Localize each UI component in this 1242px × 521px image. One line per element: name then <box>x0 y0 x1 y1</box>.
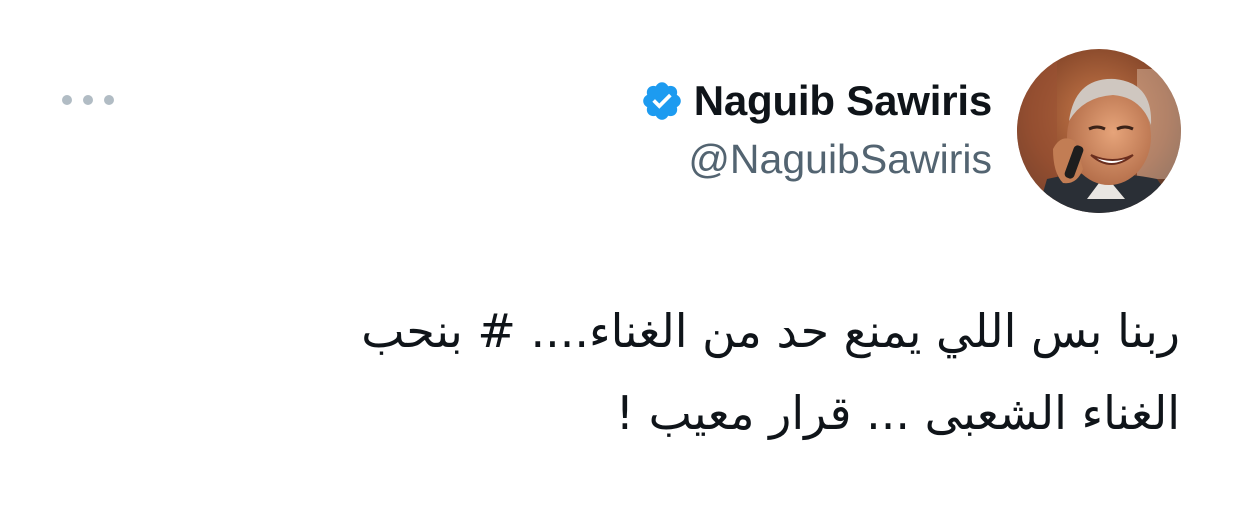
more-dot <box>104 95 114 105</box>
tweet-text: ربنا بس اللي يمنع حد من الغناء.... # بنح… <box>100 290 1180 454</box>
author-name-row[interactable]: Naguib Sawiris <box>640 74 992 128</box>
more-dot <box>62 95 72 105</box>
author-display-name[interactable]: Naguib Sawiris <box>694 77 992 125</box>
tweet-text-line: ربنا بس اللي يمنع حد من الغناء.... # بنح… <box>361 304 1180 358</box>
author-handle[interactable]: @NaguibSawiris <box>688 136 992 183</box>
more-options-icon[interactable] <box>62 88 114 112</box>
more-dot <box>83 95 93 105</box>
tweet-text-line: الغناء الشعبى ... قرار معيب ! <box>615 386 1180 440</box>
tweet-card: Naguib Sawiris @NaguibSawiris ربنا بس ال… <box>0 0 1242 521</box>
avatar-photo <box>1017 49 1181 213</box>
avatar[interactable] <box>1017 49 1181 213</box>
verified-badge-icon <box>642 82 681 120</box>
